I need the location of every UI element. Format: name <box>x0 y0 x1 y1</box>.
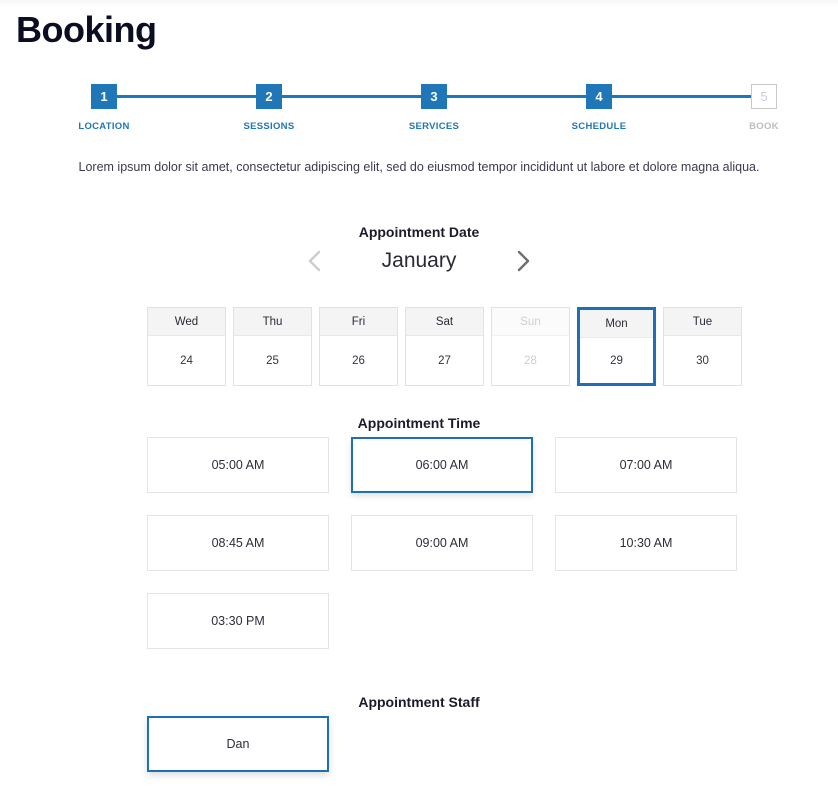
stepper-step-location[interactable]: 1 LOCATION <box>78 84 130 132</box>
date-cell-29[interactable]: Mon 29 <box>577 307 656 386</box>
date-cell-26[interactable]: Fri 26 <box>319 307 398 386</box>
time-slot[interactable]: 03:30 PM <box>147 593 329 649</box>
chevron-left-icon[interactable] <box>303 246 325 276</box>
date-cell-number: 30 <box>696 354 709 367</box>
month-navigator: January <box>0 246 838 276</box>
date-cell-dow: Fri <box>320 308 397 336</box>
top-band <box>0 0 838 8</box>
date-cell-dow: Tue <box>664 308 741 336</box>
time-slot[interactable]: 10:30 AM <box>555 515 737 571</box>
appointment-time-heading: Appointment Time <box>357 415 481 431</box>
stepper-step-services[interactable]: 3 SERVICES <box>408 84 460 132</box>
stepper-step-number: 5 <box>751 84 777 109</box>
appointment-date-heading: Appointment Date <box>358 224 480 240</box>
time-slot[interactable]: 08:45 AM <box>147 515 329 571</box>
date-cell-dow: Wed <box>148 308 225 336</box>
stepper-steps: 1 LOCATION 2 SESSIONS 3 SERVICES 4 SCHEDULE 5 BOO… <box>78 84 790 132</box>
stepper-step-number: 3 <box>421 84 447 109</box>
month-label: January <box>381 249 457 272</box>
time-slot[interactable]: 07:00 AM <box>555 437 737 493</box>
date-cell-dow: Sun <box>492 308 569 336</box>
stepper-step-label: LOCATION <box>78 121 130 132</box>
date-cell-number: 28 <box>524 354 537 367</box>
staff-option[interactable]: Dan <box>147 716 329 772</box>
stepper-step-number: 4 <box>586 84 612 109</box>
date-cell-dow: Thu <box>234 308 311 336</box>
staff-grid: Dan <box>147 716 329 772</box>
stepper-step-number: 2 <box>256 84 282 109</box>
date-strip: Wed 24 Thu 25 Fri 26 Sat 27 Sun 28 Mon 29 Tue 30 <box>147 307 742 386</box>
intro-text: Lorem ipsum dolor sit amet, consectetur … <box>78 160 760 174</box>
page-title: Booking <box>16 9 157 50</box>
date-cell-dow: Mon <box>580 310 653 338</box>
stepper-step-label: SCHEDULE <box>571 121 627 132</box>
booking-stepper: 1 LOCATION 2 SESSIONS 3 SERVICES 4 SCHEDULE 5 BOO… <box>78 84 790 136</box>
date-cell-25[interactable]: Thu 25 <box>233 307 312 386</box>
date-cell-dow: Sat <box>406 308 483 336</box>
stepper-step-number: 1 <box>91 84 117 109</box>
time-slot[interactable]: 09:00 AM <box>351 515 533 571</box>
date-cell-number: 24 <box>180 354 193 367</box>
appointment-staff-heading: Appointment Staff <box>358 694 480 710</box>
date-cell-number: 25 <box>266 354 279 367</box>
stepper-step-label: BOOK <box>749 121 779 132</box>
time-slot[interactable]: 06:00 AM <box>351 437 533 493</box>
chevron-right-icon[interactable] <box>513 246 535 276</box>
stepper-step-schedule[interactable]: 4 SCHEDULE <box>571 84 627 132</box>
stepper-step-label: SESSIONS <box>243 121 295 132</box>
stepper-step-book[interactable]: 5 BOOK <box>738 84 790 132</box>
time-slot-grid: 05:00 AM 06:00 AM 07:00 AM 08:45 AM 09:00 AM… <box>147 437 739 649</box>
date-cell-30[interactable]: Tue 30 <box>663 307 742 386</box>
stepper-step-label: SERVICES <box>408 121 460 132</box>
time-slot[interactable]: 05:00 AM <box>147 437 329 493</box>
date-cell-number: 26 <box>352 354 365 367</box>
stepper-step-sessions[interactable]: 2 SESSIONS <box>243 84 295 132</box>
date-cell-24[interactable]: Wed 24 <box>147 307 226 386</box>
date-cell-28: Sun 28 <box>491 307 570 386</box>
date-cell-number: 29 <box>610 354 623 367</box>
date-cell-27[interactable]: Sat 27 <box>405 307 484 386</box>
date-cell-number: 27 <box>438 354 451 367</box>
